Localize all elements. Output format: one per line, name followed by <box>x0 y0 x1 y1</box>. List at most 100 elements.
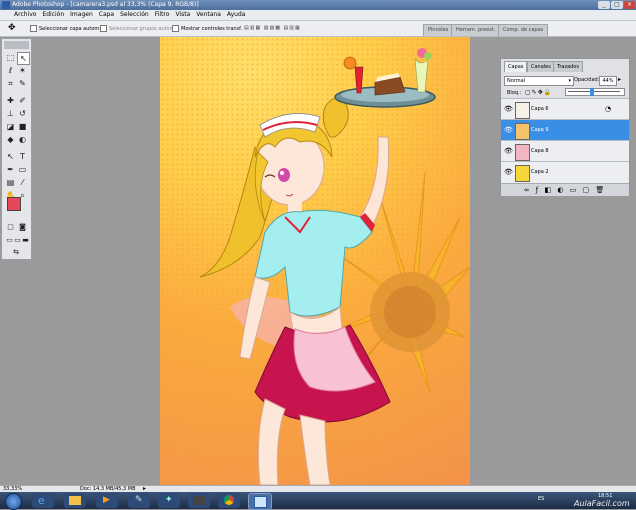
app-icon-2[interactable]: ✦ <box>158 493 180 508</box>
pen-tool-icon[interactable]: ✒ <box>5 164 16 175</box>
tab-pinceles[interactable]: Pinceles <box>423 24 454 36</box>
layer-effects-icon[interactable]: ◔ <box>605 105 611 113</box>
status-arrow-icon[interactable]: ▸ <box>143 485 146 492</box>
opacity-chevron-icon[interactable]: ▸ <box>618 76 621 83</box>
quick-mask-icon[interactable]: ◙ <box>17 222 28 233</box>
watermark-text: AulaFacil.com <box>574 499 630 508</box>
layer-thumbnail <box>515 123 530 140</box>
type-tool-icon[interactable]: T <box>17 151 28 162</box>
auto-select-layer-checkbox[interactable] <box>30 25 37 32</box>
title-bar: Adobe Photoshop - [camarera3.psd al 33,3… <box>0 0 636 10</box>
blend-mode-select[interactable]: Normal ▾ <box>504 76 574 86</box>
close-button[interactable]: × <box>624 1 635 9</box>
lock-buttons-icon[interactable]: ▢✎✥🔒 <box>525 89 552 96</box>
menu-seleccion[interactable]: Selección <box>117 10 152 20</box>
crop-tool-icon[interactable]: ⌗ <box>5 78 16 89</box>
internet-explorer-icon[interactable]: e <box>32 493 54 508</box>
layer-row[interactable]: 👁 Capa 8 <box>501 140 629 162</box>
eye-icon[interactable]: 👁 <box>504 126 513 134</box>
layer-name: Capa 9 <box>531 127 549 133</box>
shape-tool-icon[interactable]: ▭ <box>17 164 28 175</box>
foreground-color-swatch[interactable] <box>7 197 21 211</box>
menu-archivo[interactable]: Archivo <box>0 10 39 20</box>
layer-thumbnail <box>515 144 530 161</box>
align-buttons-icon[interactable]: ▤▥▦ ▧▨▩ ▤▥▦ <box>244 25 301 31</box>
layer-row[interactable]: 👁 Capa 9 <box>501 119 629 141</box>
opacity-slider-thumb[interactable] <box>590 88 594 96</box>
move-tool-icon[interactable]: ✥ <box>8 23 16 33</box>
layer-thumbnail <box>515 165 530 182</box>
app-icon[interactable]: ✎ <box>128 493 150 508</box>
marquee-tool-icon[interactable]: ⬚ <box>5 52 16 63</box>
lasso-tool-icon[interactable]: ℓ <box>5 65 16 76</box>
lock-label: Bloq.: <box>507 90 522 96</box>
layers-panel: Capas Canales Trazados Normal ▾ Opacidad:… <box>500 58 630 196</box>
auto-select-groups-checkbox[interactable] <box>100 25 107 32</box>
opacity-input[interactable]: 44% <box>599 76 617 86</box>
tab-canales[interactable]: Canales <box>527 61 555 72</box>
minimize-button[interactable]: _ <box>598 1 610 9</box>
standard-mode-icon[interactable]: ▢ <box>5 222 16 233</box>
window-title: Adobe Photoshop - [camarera3.psd al 33,3… <box>12 1 199 8</box>
eyedropper-icon[interactable]: ⁄ <box>17 177 28 188</box>
eye-icon[interactable]: 👁 <box>504 105 513 113</box>
photoshop-taskbar-icon[interactable] <box>248 493 272 510</box>
menu-vista[interactable]: Vista <box>172 10 193 20</box>
menu-ayuda[interactable]: Ayuda <box>224 10 249 20</box>
menu-ventana[interactable]: Ventana <box>193 10 224 20</box>
maximize-button[interactable]: □ <box>611 1 623 9</box>
magic-wand-icon[interactable]: ✶ <box>17 65 28 76</box>
start-button[interactable] <box>5 493 22 510</box>
auto-select-groups-option[interactable]: Seleccionar grupos autom. <box>100 25 176 32</box>
tab-capas[interactable]: Capas <box>504 61 528 72</box>
tab-comp-capas[interactable]: Comp. de capas <box>498 24 549 36</box>
menu-capa[interactable]: Capa <box>96 10 117 20</box>
show-transform-checkbox[interactable] <box>172 25 179 32</box>
menu-edicion[interactable]: Edición <box>39 10 67 20</box>
eye-icon[interactable]: 👁 <box>504 147 513 155</box>
layer-row[interactable]: 👁 Capa 6 ◔ <box>501 98 629 120</box>
tab-trazados[interactable]: Trazados <box>553 61 583 72</box>
auto-select-layer-option[interactable]: Seleccionar capa autom. <box>30 25 101 32</box>
app-icon-3[interactable] <box>188 493 210 508</box>
tab-herramientas-preest[interactable]: Herram. preest. <box>451 24 501 36</box>
media-player-icon[interactable]: ▶ <box>96 493 118 508</box>
taskbar: e ▶ ✎ ✦ ES 18:51 AulaFacil.com <box>0 492 636 510</box>
gradient-tool-icon[interactable]: ■ <box>17 121 28 132</box>
clone-stamp-icon[interactable]: ⊥ <box>5 108 16 119</box>
slice-tool-icon[interactable]: ✎ <box>17 78 28 89</box>
dodge-tool-icon[interactable]: ◐ <box>17 134 28 145</box>
options-bar: ✥ Seleccionar capa autom. Seleccionar gr… <box>0 21 636 37</box>
menu-bar: Archivo Edición Imagen Capa Selección Filtro V… <box>0 10 636 21</box>
layer-row[interactable]: 👁 Capa 2 <box>501 161 629 183</box>
tools-panel: ⬚ ↖ ℓ ✶ ⌗ ✎ ✚ ✐ ⊥ ↺ ◪ ■ ◆ ◐ ↖ T ✒ ▭ ▤ ⁄ … <box>1 38 32 260</box>
tools-panel-header[interactable] <box>4 41 29 49</box>
layer-name: Capa 8 <box>531 148 549 154</box>
menu-imagen[interactable]: Imagen <box>67 10 96 20</box>
waitress-illustration <box>199 48 470 485</box>
show-transform-option[interactable]: Mostrar controles transf. <box>172 25 242 32</box>
screen-mode-full-icon[interactable]: ▬ <box>20 235 31 246</box>
notes-tool-icon[interactable]: ▤ <box>5 177 16 188</box>
layer-thumbnail <box>515 102 530 119</box>
brush-tool-icon[interactable]: ✐ <box>17 95 28 106</box>
imageready-icon[interactable]: ⇆ <box>7 247 25 258</box>
eye-icon[interactable]: 👁 <box>504 168 513 176</box>
move-tool-icon[interactable]: ↖ <box>17 52 30 65</box>
opacity-slider[interactable] <box>565 88 625 96</box>
layer-name: Capa 6 <box>531 106 549 112</box>
menu-filtro[interactable]: Filtro <box>152 10 173 20</box>
chrome-icon[interactable] <box>218 493 240 508</box>
explorer-folder-icon[interactable] <box>64 493 86 508</box>
layer-name: Capa 2 <box>531 169 549 175</box>
healing-brush-icon[interactable]: ✚ <box>5 95 16 106</box>
eraser-tool-icon[interactable]: ◪ <box>5 121 16 132</box>
opacity-label: Opacidad: <box>574 77 600 83</box>
layer-actions-bar[interactable]: ∞ ƒ ◧ ◐ ▭ ▢ 🗑 <box>501 183 629 196</box>
blur-tool-icon[interactable]: ◆ <box>5 134 16 145</box>
language-indicator[interactable]: ES <box>538 496 544 502</box>
photoshop-icon <box>2 1 10 9</box>
history-brush-icon[interactable]: ↺ <box>17 108 28 119</box>
path-selection-icon[interactable]: ↖ <box>5 151 16 162</box>
document-canvas[interactable] <box>160 37 470 485</box>
